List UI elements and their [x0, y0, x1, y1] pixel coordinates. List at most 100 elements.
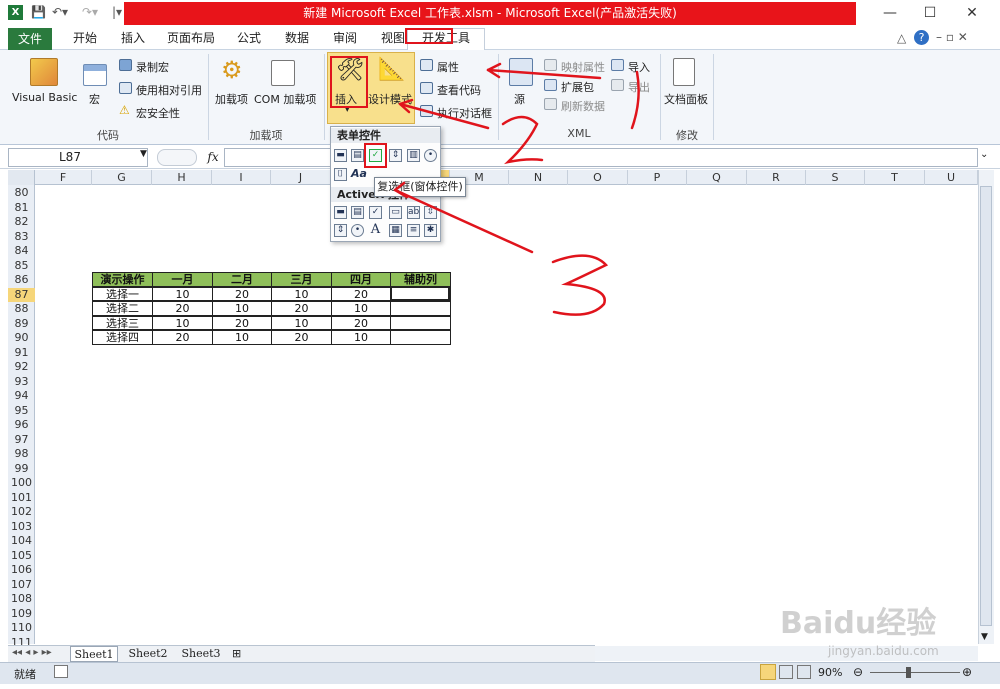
- table-cell[interactable]: [390, 330, 451, 345]
- column-header-cell[interactable]: N: [509, 170, 568, 185]
- row-header-cell[interactable]: 94: [8, 389, 35, 404]
- tab-home[interactable]: 开始: [64, 27, 106, 50]
- import-button[interactable]: 导入: [628, 59, 650, 75]
- macros-button[interactable]: 宏: [89, 91, 100, 107]
- table-cell[interactable]: 10: [331, 330, 391, 345]
- minimize-button[interactable]: —: [876, 4, 904, 22]
- table-cell[interactable]: 20: [212, 286, 272, 301]
- table-cell[interactable]: 20: [331, 286, 391, 301]
- ax-more-controls-icon[interactable]: ✱: [424, 224, 437, 237]
- zoom-slider-thumb[interactable]: [906, 667, 911, 678]
- close-button[interactable]: ✕: [958, 4, 986, 22]
- new-sheet-icon[interactable]: ⊞: [232, 647, 241, 660]
- ax-image-icon[interactable]: ▦: [389, 224, 402, 237]
- row-header-cell[interactable]: 89: [8, 317, 35, 332]
- table-header-cell[interactable]: 演示操作: [92, 272, 153, 287]
- xml-source-button[interactable]: 源: [514, 91, 525, 107]
- table-cell[interactable]: [390, 301, 451, 316]
- row-header-cell[interactable]: 105: [8, 549, 35, 564]
- com-addins-button[interactable]: COM 加载项: [254, 91, 316, 107]
- table-header-cell[interactable]: 三月: [271, 272, 332, 287]
- row-header-cell[interactable]: 99: [8, 462, 35, 477]
- view-code-button[interactable]: 查看代码: [437, 82, 481, 98]
- column-header-cell[interactable]: S: [806, 170, 865, 185]
- row-header-cell[interactable]: 110: [8, 621, 35, 636]
- button-control-icon[interactable]: ▬: [334, 149, 347, 162]
- column-header-cell[interactable]: O: [568, 170, 628, 185]
- name-box-dropdown-icon[interactable]: ▼: [140, 149, 147, 159]
- column-header-cell[interactable]: U: [925, 170, 978, 185]
- table-cell[interactable]: 选择一: [92, 286, 153, 301]
- row-header-cell[interactable]: 101: [8, 491, 35, 506]
- row-header-cell[interactable]: 95: [8, 404, 35, 419]
- row-header-cell[interactable]: 84: [8, 244, 35, 259]
- table-cell[interactable]: 10: [152, 286, 213, 301]
- row-header-cell[interactable]: 107: [8, 578, 35, 593]
- tab-insert[interactable]: 插入: [112, 27, 154, 50]
- label-control-icon[interactable]: Aa: [351, 168, 367, 181]
- table-header-cell[interactable]: 二月: [212, 272, 272, 287]
- page-break-view-icon[interactable]: [797, 665, 811, 679]
- ax-toggle-icon[interactable]: ⇳: [424, 206, 437, 219]
- column-header-cell[interactable]: Q: [687, 170, 747, 185]
- row-header-cell[interactable]: 91: [8, 346, 35, 361]
- record-macro-button[interactable]: 录制宏: [136, 59, 169, 75]
- sheet-tab-1[interactable]: Sheet1: [70, 646, 118, 662]
- zoom-out-icon[interactable]: ⊖: [853, 665, 863, 679]
- expansion-pack-button[interactable]: 扩展包: [561, 79, 594, 95]
- map-props-button[interactable]: 映射属性: [561, 59, 605, 75]
- normal-view-icon[interactable]: [760, 664, 776, 680]
- macro-record-icon[interactable]: [54, 665, 68, 678]
- table-cell[interactable]: 20: [271, 301, 332, 316]
- row-header-cell[interactable]: 80: [8, 186, 35, 201]
- option-button-control-icon[interactable]: •: [424, 149, 437, 162]
- row-header-cell[interactable]: 82: [8, 215, 35, 230]
- column-header-cell[interactable]: T: [865, 170, 925, 185]
- row-header-cell[interactable]: 96: [8, 418, 35, 433]
- row-header-cell[interactable]: 109: [8, 607, 35, 622]
- row-header-cell[interactable]: 88: [8, 302, 35, 317]
- tab-file[interactable]: 文件: [8, 28, 52, 50]
- table-cell[interactable]: 10: [152, 315, 213, 330]
- table-header-cell[interactable]: 一月: [152, 272, 213, 287]
- table-cell[interactable]: 选择三: [92, 315, 153, 330]
- table-cell[interactable]: 选择二: [92, 301, 153, 316]
- zoom-in-icon[interactable]: ⊕: [962, 665, 972, 679]
- maximize-button[interactable]: ☐: [916, 4, 944, 22]
- group-box-control-icon[interactable]: ⌷: [334, 168, 347, 181]
- properties-button[interactable]: 属性: [437, 59, 459, 75]
- row-header-cell[interactable]: 106: [8, 563, 35, 578]
- zoom-slider[interactable]: [870, 672, 960, 673]
- document-panel-button[interactable]: 文档面板: [664, 91, 708, 107]
- undo-icon[interactable]: ↶▾: [52, 5, 68, 19]
- column-header-cell[interactable]: G: [92, 170, 152, 185]
- zoom-level[interactable]: 90%: [818, 666, 842, 679]
- ax-checkbox-icon[interactable]: ✓: [369, 206, 382, 219]
- expand-formula-icon[interactable]: ⌄: [980, 149, 988, 160]
- relative-ref-button[interactable]: 使用相对引用: [136, 82, 202, 98]
- row-header-cell[interactable]: 86: [8, 273, 35, 288]
- column-header-cell[interactable]: F: [35, 170, 92, 185]
- help-icon[interactable]: ?: [914, 30, 929, 45]
- active-cell-L87[interactable]: [390, 286, 450, 301]
- page-layout-view-icon[interactable]: [779, 665, 793, 679]
- scroll-down-icon[interactable]: ▼: [981, 632, 988, 642]
- insert-function-icon[interactable]: fx: [203, 148, 223, 167]
- table-cell[interactable]: 20: [271, 330, 332, 345]
- run-dialog-button[interactable]: 执行对话框: [437, 105, 492, 121]
- save-icon[interactable]: 💾: [31, 5, 46, 19]
- ax-combo-icon[interactable]: ▤: [351, 206, 364, 219]
- name-box[interactable]: L87: [8, 148, 148, 167]
- row-header-cell[interactable]: 90: [8, 331, 35, 346]
- table-cell[interactable]: [390, 315, 451, 330]
- table-cell[interactable]: 选择四: [92, 330, 153, 345]
- ax-scrollbar-icon[interactable]: ab: [407, 206, 420, 219]
- tab-page-layout[interactable]: 页面布局: [162, 27, 220, 50]
- ax-button-icon[interactable]: ▬: [334, 206, 347, 219]
- row-header-cell[interactable]: 104: [8, 534, 35, 549]
- table-cell[interactable]: 20: [152, 330, 213, 345]
- customize-qat-icon[interactable]: |▾: [112, 5, 122, 19]
- ax-label-icon[interactable]: A: [369, 223, 382, 237]
- tab-data[interactable]: 数据: [276, 27, 318, 50]
- row-header-cell[interactable]: 85: [8, 259, 35, 274]
